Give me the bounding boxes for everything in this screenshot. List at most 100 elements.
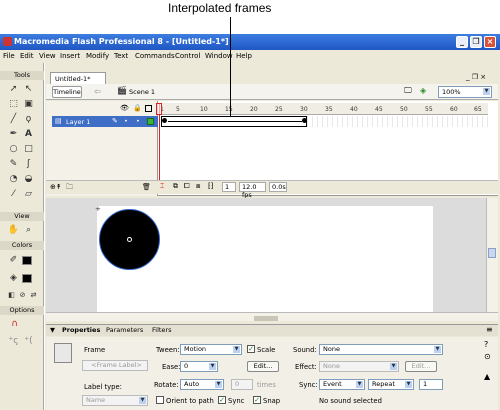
onion-outline-icon[interactable]: ⧠ bbox=[184, 182, 190, 191]
sync-select[interactable]: Event ▼ bbox=[319, 379, 365, 390]
expand-panel-icon[interactable]: ▲ bbox=[484, 372, 490, 381]
edit-multiple-frames-icon[interactable]: ⧈ bbox=[196, 182, 200, 191]
lock-dot[interactable]: • bbox=[136, 117, 140, 125]
edit-scene-icon[interactable]: 🖵 bbox=[404, 86, 412, 96]
eraser-tool-icon[interactable]: ▱ bbox=[22, 188, 35, 200]
pencil-tool-icon[interactable]: ✎ bbox=[7, 158, 20, 170]
transform-point[interactable] bbox=[127, 237, 132, 242]
menu-view[interactable]: View bbox=[39, 52, 56, 60]
menu-modify[interactable]: Modify bbox=[86, 52, 109, 60]
fill-color-swatch[interactable] bbox=[22, 274, 32, 283]
add-layer-icon[interactable]: ⊕↟ bbox=[50, 183, 62, 191]
sound-label: Sound: bbox=[293, 346, 317, 354]
menu-window[interactable]: Window bbox=[205, 52, 233, 60]
visibility-dot[interactable]: • bbox=[124, 117, 128, 125]
doc-window-controls[interactable]: _ ❐ × bbox=[466, 73, 486, 81]
zoom-value: 100% bbox=[442, 88, 461, 96]
ease-edit-button[interactable]: Edit... bbox=[247, 361, 279, 372]
fill-color-icon[interactable]: ◈ bbox=[7, 272, 20, 284]
ease-field[interactable]: 0 ▼ bbox=[180, 361, 218, 372]
rotate-select[interactable]: Auto ▼ bbox=[180, 379, 224, 390]
ruler-label: 20 bbox=[250, 106, 258, 113]
rectangle-tool-icon[interactable]: □ bbox=[22, 143, 35, 155]
document-tab[interactable]: Untitled-1* bbox=[50, 72, 106, 84]
menu-control[interactable]: Control bbox=[175, 52, 200, 60]
paint-bucket-tool-icon[interactable]: ◒ bbox=[22, 173, 35, 185]
layer-color-box[interactable] bbox=[147, 118, 154, 125]
lasso-tool-icon[interactable]: ϙ bbox=[22, 113, 35, 125]
snap-magnet-icon[interactable]: ∩ bbox=[8, 318, 21, 330]
minimize-button[interactable]: _ bbox=[456, 36, 468, 48]
hand-tool-icon[interactable]: ✋ bbox=[7, 224, 20, 236]
end-keyframe[interactable] bbox=[302, 118, 307, 123]
zoom-tool-icon[interactable]: ⌕ bbox=[22, 224, 35, 236]
panel-splitter-handle[interactable] bbox=[254, 316, 278, 321]
collapse-arrow-icon[interactable]: ▼ bbox=[50, 326, 55, 334]
layer-row[interactable]: ▤ Layer 1 ✎ • • bbox=[52, 116, 158, 127]
pen-tool-icon[interactable]: ✒ bbox=[7, 128, 20, 140]
center-frame-icon[interactable]: ⌶ bbox=[160, 182, 164, 191]
add-folder-icon[interactable]: 🗀 bbox=[66, 183, 73, 194]
panel-menu-icon[interactable]: ≡ bbox=[486, 325, 493, 334]
rotate-times-field[interactable]: 0 bbox=[231, 379, 253, 390]
fill-transform-tool-icon[interactable]: ▣ bbox=[22, 98, 35, 110]
line-tool-icon[interactable]: ╱ bbox=[7, 113, 20, 125]
close-button[interactable]: × bbox=[484, 36, 496, 48]
swap-colors-icon[interactable]: ⇄ bbox=[27, 289, 40, 301]
stroke-color-swatch[interactable] bbox=[22, 256, 32, 265]
stroke-color-icon[interactable]: ✐ bbox=[7, 254, 20, 266]
frame-label-field[interactable]: <Frame Label> bbox=[82, 360, 148, 371]
menu-text[interactable]: Text bbox=[114, 52, 128, 60]
menu-commands[interactable]: Commands bbox=[135, 52, 175, 60]
free-transform-tool-icon[interactable]: ⬚ bbox=[7, 98, 20, 110]
straighten-icon[interactable]: ⁺( bbox=[22, 335, 35, 347]
scrollbar-thumb[interactable] bbox=[488, 248, 496, 258]
tab-parameters[interactable]: Parameters bbox=[106, 326, 143, 334]
sound-select[interactable]: None ▼ bbox=[319, 344, 443, 355]
zoom-select[interactable]: 100% ▼ bbox=[438, 86, 492, 98]
brush-tool-icon[interactable]: ʃ bbox=[22, 158, 35, 170]
restore-button[interactable]: ❐ bbox=[470, 36, 482, 48]
edit-symbol-icon[interactable]: ◈ bbox=[420, 86, 426, 95]
callout-pointer-line bbox=[230, 17, 231, 116]
sync-label: Sync bbox=[228, 397, 245, 405]
repeat-count-field[interactable]: 1 bbox=[419, 379, 443, 390]
help-icon[interactable]: ? bbox=[484, 340, 488, 349]
scene-label[interactable]: Scene 1 bbox=[129, 88, 155, 96]
chevron-down-icon: ▼ bbox=[405, 381, 412, 388]
eyedropper-tool-icon[interactable]: ⁄ bbox=[7, 188, 20, 200]
label-type-select[interactable]: Name ▼ bbox=[82, 395, 148, 406]
effect-select[interactable]: None ▼ bbox=[319, 361, 399, 372]
repeat-select[interactable]: Repeat ▼ bbox=[368, 379, 414, 390]
eye-icon[interactable]: 👁 bbox=[120, 104, 129, 112]
tab-filters[interactable]: Filters bbox=[152, 326, 171, 334]
onion-skin-icon[interactable]: ⧉ bbox=[173, 182, 178, 191]
modify-onion-markers-icon[interactable]: ⁅⁆ bbox=[208, 182, 213, 190]
playhead[interactable] bbox=[156, 103, 162, 115]
sync-checkbox[interactable]: ✓ bbox=[218, 396, 226, 404]
menu-file[interactable]: File bbox=[3, 52, 15, 60]
start-keyframe[interactable] bbox=[162, 118, 167, 123]
accessibility-icon[interactable]: ⊙ bbox=[484, 352, 491, 361]
smooth-icon[interactable]: ⁺ς bbox=[7, 335, 20, 347]
menu-insert[interactable]: Insert bbox=[60, 52, 80, 60]
menu-edit[interactable]: Edit bbox=[20, 52, 34, 60]
text-tool-icon[interactable]: A bbox=[22, 128, 35, 140]
scale-checkbox[interactable]: ✓ bbox=[247, 345, 255, 353]
lock-icon[interactable]: 🔒 bbox=[133, 104, 142, 112]
delete-layer-icon[interactable]: 🗑 bbox=[142, 183, 151, 191]
frame-rate-field[interactable]: 12.0 fps bbox=[239, 182, 266, 199]
snap-checkbox[interactable]: ✓ bbox=[253, 396, 261, 404]
tween-select[interactable]: Motion ▼ bbox=[180, 344, 242, 355]
outline-icon[interactable] bbox=[145, 105, 152, 112]
selection-tool-icon[interactable]: ➚ bbox=[7, 83, 20, 95]
effect-edit-button[interactable]: Edit... bbox=[405, 361, 437, 372]
oval-tool-icon[interactable]: ○ bbox=[7, 143, 20, 155]
subselection-tool-icon[interactable]: ↖ bbox=[22, 83, 35, 95]
timeline-toggle-button[interactable]: Timeline bbox=[52, 86, 82, 98]
ink-bottle-tool-icon[interactable]: ◔ bbox=[7, 173, 20, 185]
tab-properties[interactable]: Properties bbox=[62, 326, 100, 334]
back-arrow-icon[interactable]: ⇦ bbox=[94, 87, 101, 96]
menu-help[interactable]: Help bbox=[236, 52, 252, 60]
orient-checkbox[interactable] bbox=[156, 396, 164, 404]
